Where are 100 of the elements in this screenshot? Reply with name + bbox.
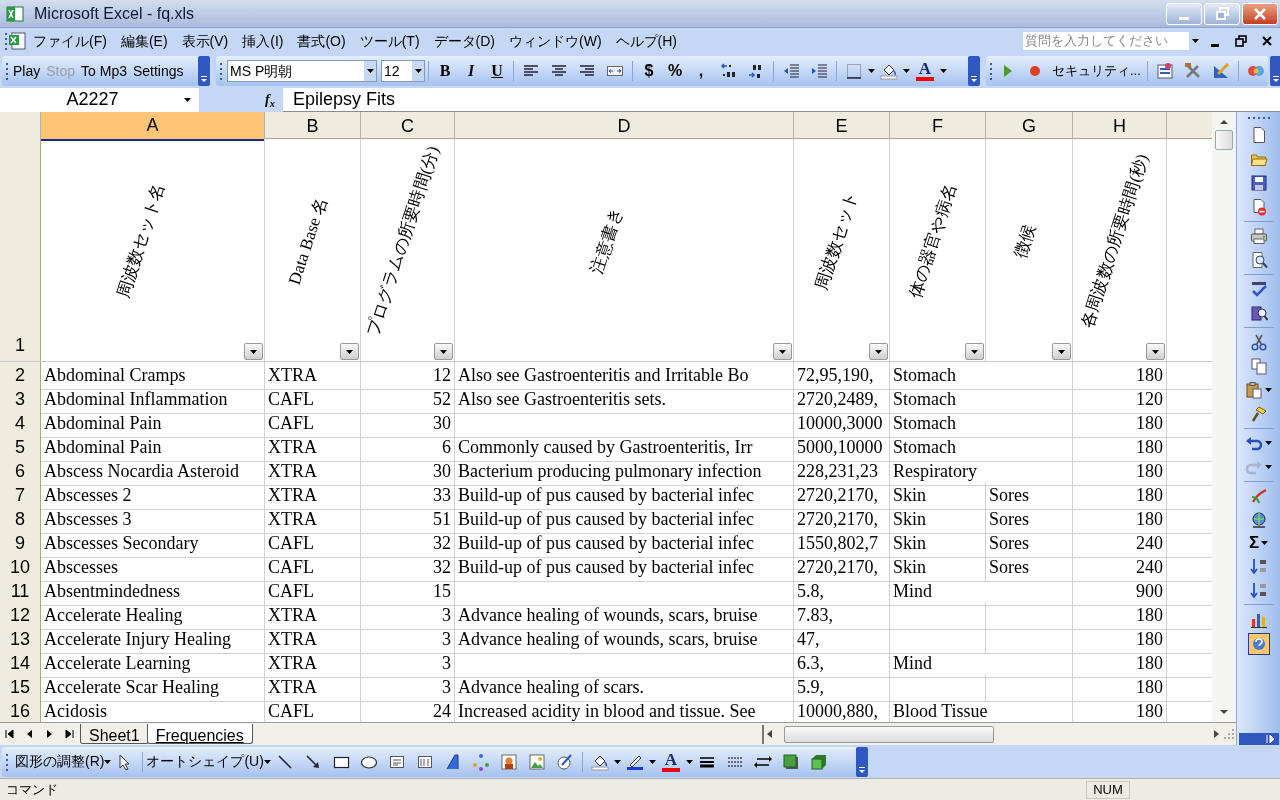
insert-function-button[interactable]: f$_{x}$: [265, 89, 275, 110]
research-icon[interactable]: [1249, 304, 1268, 322]
bold-button[interactable]: B: [432, 59, 458, 83]
menu-item[interactable]: データ(D): [426, 30, 502, 52]
caret-icon[interactable]: [366, 69, 374, 73]
first-sheet-icon[interactable]: [4, 728, 16, 740]
print-preview-icon[interactable]: [1249, 251, 1268, 269]
tools-icon[interactable]: [1183, 62, 1202, 80]
font-size-field[interactable]: 12: [381, 60, 425, 82]
ink-icon[interactable]: [555, 752, 574, 771]
filter-button[interactable]: [1052, 343, 1071, 360]
filter-button[interactable]: [869, 343, 888, 360]
toolbar-options-icon[interactable]: [198, 56, 210, 86]
scroll-thumb[interactable]: [1215, 130, 1233, 150]
column-header[interactable]: B: [265, 112, 361, 141]
column-header[interactable]: D: [455, 112, 794, 141]
workbook-icon[interactable]: [8, 31, 26, 51]
toolbar-button[interactable]: To Mp3: [81, 60, 127, 82]
row-header[interactable]: 16: [0, 698, 41, 722]
caret-icon[interactable]: [414, 69, 422, 73]
filter-button[interactable]: [244, 343, 263, 360]
last-sheet-icon[interactable]: [64, 728, 76, 740]
caret-icon[interactable]: [1265, 441, 1272, 445]
caret-icon[interactable]: [613, 759, 621, 764]
paste-icon[interactable]: [1245, 381, 1263, 399]
menu-item[interactable]: ファイル(F): [26, 30, 114, 52]
globe-icon[interactable]: [1249, 511, 1268, 529]
formula-field[interactable]: Epilepsy Fits: [283, 86, 1280, 113]
column-header[interactable]: C: [361, 112, 455, 141]
toolbar-options-icon[interactable]: [1269, 56, 1280, 86]
menu-item[interactable]: 編集(E): [113, 30, 175, 52]
copy-icon[interactable]: [1249, 357, 1268, 375]
column-header[interactable]: F: [890, 112, 986, 141]
filter-button[interactable]: [434, 343, 453, 360]
caret-icon[interactable]: [685, 759, 693, 764]
underline-button[interactable]: U: [484, 59, 510, 83]
row-header[interactable]: 1: [0, 139, 41, 361]
italic-button[interactable]: I: [458, 59, 484, 83]
percent-button[interactable]: %: [662, 59, 688, 83]
comma-button[interactable]: ,: [688, 59, 714, 83]
draw-menu-button[interactable]: 図形の調整(R): [15, 751, 105, 772]
borders-icon[interactable]: [845, 62, 863, 80]
sheet-tab[interactable]: Frequencies: [146, 724, 253, 744]
design-mode-icon[interactable]: [1211, 62, 1230, 80]
shadow-icon[interactable]: [781, 752, 800, 771]
menu-item[interactable]: 表示(V): [174, 30, 236, 52]
decrease-indent-icon[interactable]: [782, 62, 800, 80]
menu-item[interactable]: ウィンドウ(W): [502, 30, 609, 52]
toolbar-options-icon[interactable]: [1238, 733, 1279, 745]
caret-icon[interactable]: [1265, 465, 1272, 469]
toolbar-button[interactable]: Settings: [132, 60, 184, 82]
caret-icon[interactable]: [1261, 541, 1269, 545]
filter-button[interactable]: [1146, 343, 1165, 360]
font-name-field[interactable]: MS P明朝: [227, 60, 377, 82]
column-header[interactable]: H: [1073, 112, 1167, 141]
toolbar-options-icon[interactable]: [968, 56, 980, 86]
sort-ascending-icon[interactable]: [1249, 557, 1268, 575]
help-search-field[interactable]: 質問を入力してください: [1022, 31, 1202, 51]
column-header[interactable]: G: [986, 112, 1073, 141]
caret-icon[interactable]: [940, 69, 947, 73]
toolbar-options-icon[interactable]: [856, 746, 868, 777]
increase-indent-icon[interactable]: [810, 62, 828, 80]
caret-icon[interactable]: [903, 69, 910, 73]
caret-icon[interactable]: [104, 759, 112, 764]
name-box[interactable]: A2227: [0, 87, 200, 112]
column-header[interactable]: A: [41, 112, 265, 141]
line-icon[interactable]: [275, 752, 294, 771]
autoshapes-button[interactable]: オートシェイプ(U): [146, 751, 264, 772]
currency-button[interactable]: $: [636, 59, 662, 83]
filter-button[interactable]: [773, 343, 792, 360]
increase-decimal-icon[interactable]: [719, 62, 737, 80]
format-painter-icon[interactable]: [1249, 405, 1268, 423]
sheet-tab[interactable]: Sheet1: [80, 724, 149, 744]
filter-button[interactable]: [965, 343, 984, 360]
print-icon[interactable]: [1249, 227, 1268, 245]
spelling-check-icon[interactable]: [1249, 280, 1268, 298]
caret-icon[interactable]: [1191, 39, 1199, 43]
security-button[interactable]: セキュリティ...: [1052, 61, 1141, 81]
help-icon[interactable]: [1247, 633, 1270, 655]
filter-button[interactable]: [340, 343, 359, 360]
close-icon[interactable]: [1260, 34, 1274, 48]
save-icon[interactable]: [1249, 174, 1268, 192]
toolbar-button[interactable]: Play: [13, 60, 41, 82]
font-color-button[interactable]: A: [659, 749, 682, 774]
arrow-icon[interactable]: [303, 752, 322, 771]
insert-picture-icon[interactable]: [527, 752, 546, 771]
caret-icon[interactable]: [263, 759, 271, 764]
menu-item[interactable]: 書式(O): [290, 30, 353, 52]
close-button[interactable]: [1242, 2, 1278, 25]
fill-color-icon[interactable]: [880, 62, 898, 80]
undo-icon[interactable]: [1245, 434, 1263, 452]
clip-art-icon[interactable]: [499, 752, 518, 771]
column-header[interactable]: E: [794, 112, 890, 141]
autosum-button[interactable]: Σ: [1248, 534, 1260, 552]
scroll-thumb[interactable]: [784, 725, 994, 743]
menu-item[interactable]: ヘルプ(H): [608, 30, 684, 52]
menu-item[interactable]: ツール(T): [352, 30, 427, 52]
caret-icon[interactable]: [868, 69, 875, 73]
sort-descending-icon[interactable]: [1249, 581, 1268, 599]
caret-icon[interactable]: [183, 97, 191, 102]
